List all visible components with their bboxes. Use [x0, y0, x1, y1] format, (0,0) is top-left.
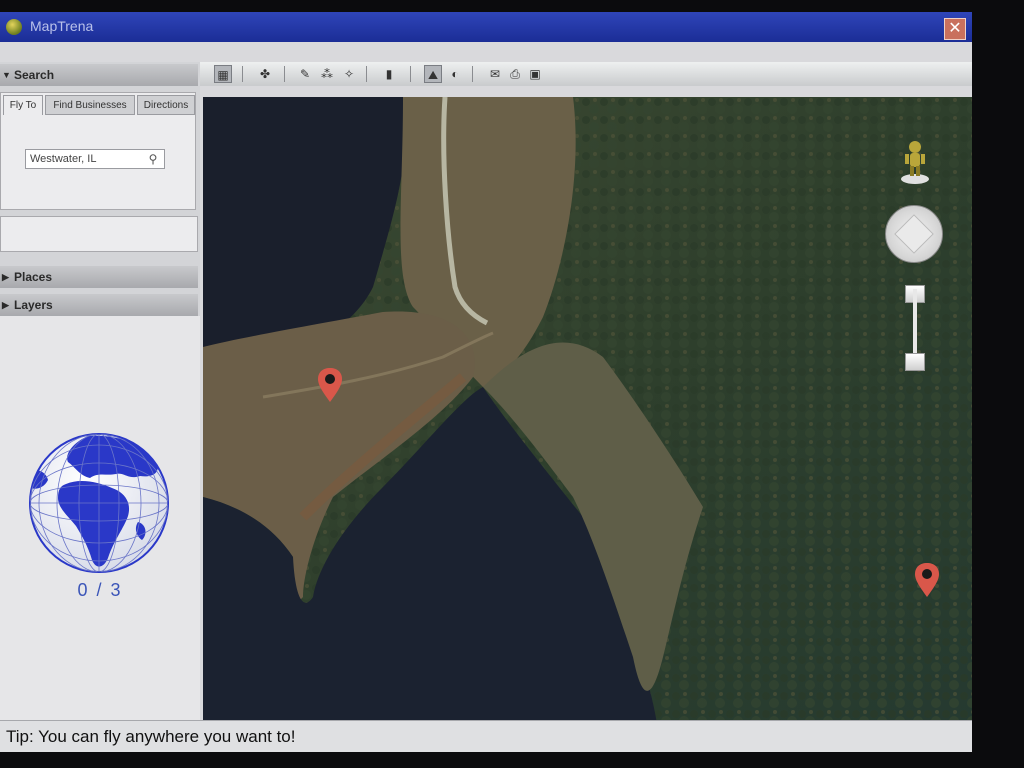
polygon-icon[interactable]: ✎ — [296, 65, 314, 83]
title-bar[interactable]: MapTrena — [0, 12, 972, 42]
sun-icon[interactable]: ◐ — [446, 65, 464, 83]
navigation-compass[interactable] — [885, 205, 943, 263]
toolbar-separator — [242, 66, 243, 82]
zoom-slider-track[interactable] — [913, 289, 917, 359]
map-marker-icon[interactable] — [316, 367, 344, 403]
tab-fly-to[interactable]: Fly To — [3, 95, 43, 115]
toolbar-separator — [284, 66, 285, 82]
placemark-icon[interactable]: ✤ — [256, 65, 274, 83]
layers-header-label: Layers — [14, 298, 53, 312]
collapse-arrow-icon: ▼ — [2, 70, 11, 80]
email-icon[interactable]: ✉ — [486, 65, 504, 83]
tip-text: Tip: You can fly anywhere you want to! — [6, 727, 296, 746]
search-panel: Fly To Find Businesses Directions Westwa… — [0, 92, 196, 210]
places-section-header[interactable]: ▶ Places — [0, 266, 198, 288]
sidebar-toggle-icon[interactable]: ▦ — [214, 65, 232, 83]
search-results-panel — [0, 216, 198, 252]
zoom-out-button[interactable] — [905, 353, 925, 371]
map-marker-icon[interactable] — [913, 562, 941, 598]
map-view[interactable] — [203, 97, 972, 730]
street-view-pegman-icon[interactable] — [900, 139, 930, 185]
layers-section-header[interactable]: ▶ Layers — [0, 294, 198, 316]
search-header-label: Search — [14, 68, 55, 82]
globe-icon[interactable] — [28, 432, 170, 574]
historical-imagery-icon[interactable]: ⛰ — [424, 65, 442, 83]
app-window: MapTrena ▦ ✤ ✎ ⁂ ✧ ▮ ⛰ ◐ ✉ ⎙ ▣ ▼ Search … — [0, 12, 972, 752]
search-icon[interactable]: ⚲ — [145, 151, 161, 167]
tab-directions[interactable]: Directions — [137, 95, 195, 115]
toolbar-separator — [366, 66, 367, 82]
places-header-label: Places — [14, 270, 53, 284]
fly-to-input[interactable]: Westwater, IL — [25, 149, 165, 169]
expand-arrow-icon: ▶ — [2, 300, 9, 310]
overlay-icon[interactable]: ✧ — [340, 65, 358, 83]
print-icon[interactable]: ⎙ — [506, 65, 524, 83]
search-section-header[interactable]: ▼ Search — [0, 64, 198, 86]
main-toolbar: ▦ ✤ ✎ ⁂ ✧ ▮ ⛰ ◐ ✉ ⎙ ▣ — [200, 62, 972, 86]
toolbar-separator — [410, 66, 411, 82]
path-icon[interactable]: ⁂ — [318, 65, 336, 83]
pan-control-icon[interactable] — [894, 214, 934, 254]
expand-arrow-icon: ▶ — [2, 272, 9, 282]
toolbar-separator — [472, 66, 473, 82]
save-image-icon[interactable]: ▣ — [526, 65, 544, 83]
progress-counter: 0 / 3 — [77, 580, 123, 600]
status-bar: Tip: You can fly anywhere you want to! — [0, 720, 972, 752]
record-tour-icon[interactable]: ▮ — [380, 65, 398, 83]
app-logo-icon — [6, 19, 22, 35]
window-title: MapTrena — [30, 18, 94, 34]
satellite-imagery[interactable] — [203, 97, 972, 730]
sidebar: ▼ Search Fly To Find Businesses Directio… — [0, 62, 200, 720]
close-icon[interactable]: ✕ — [944, 18, 966, 40]
tab-find-businesses[interactable]: Find Businesses — [45, 95, 135, 115]
